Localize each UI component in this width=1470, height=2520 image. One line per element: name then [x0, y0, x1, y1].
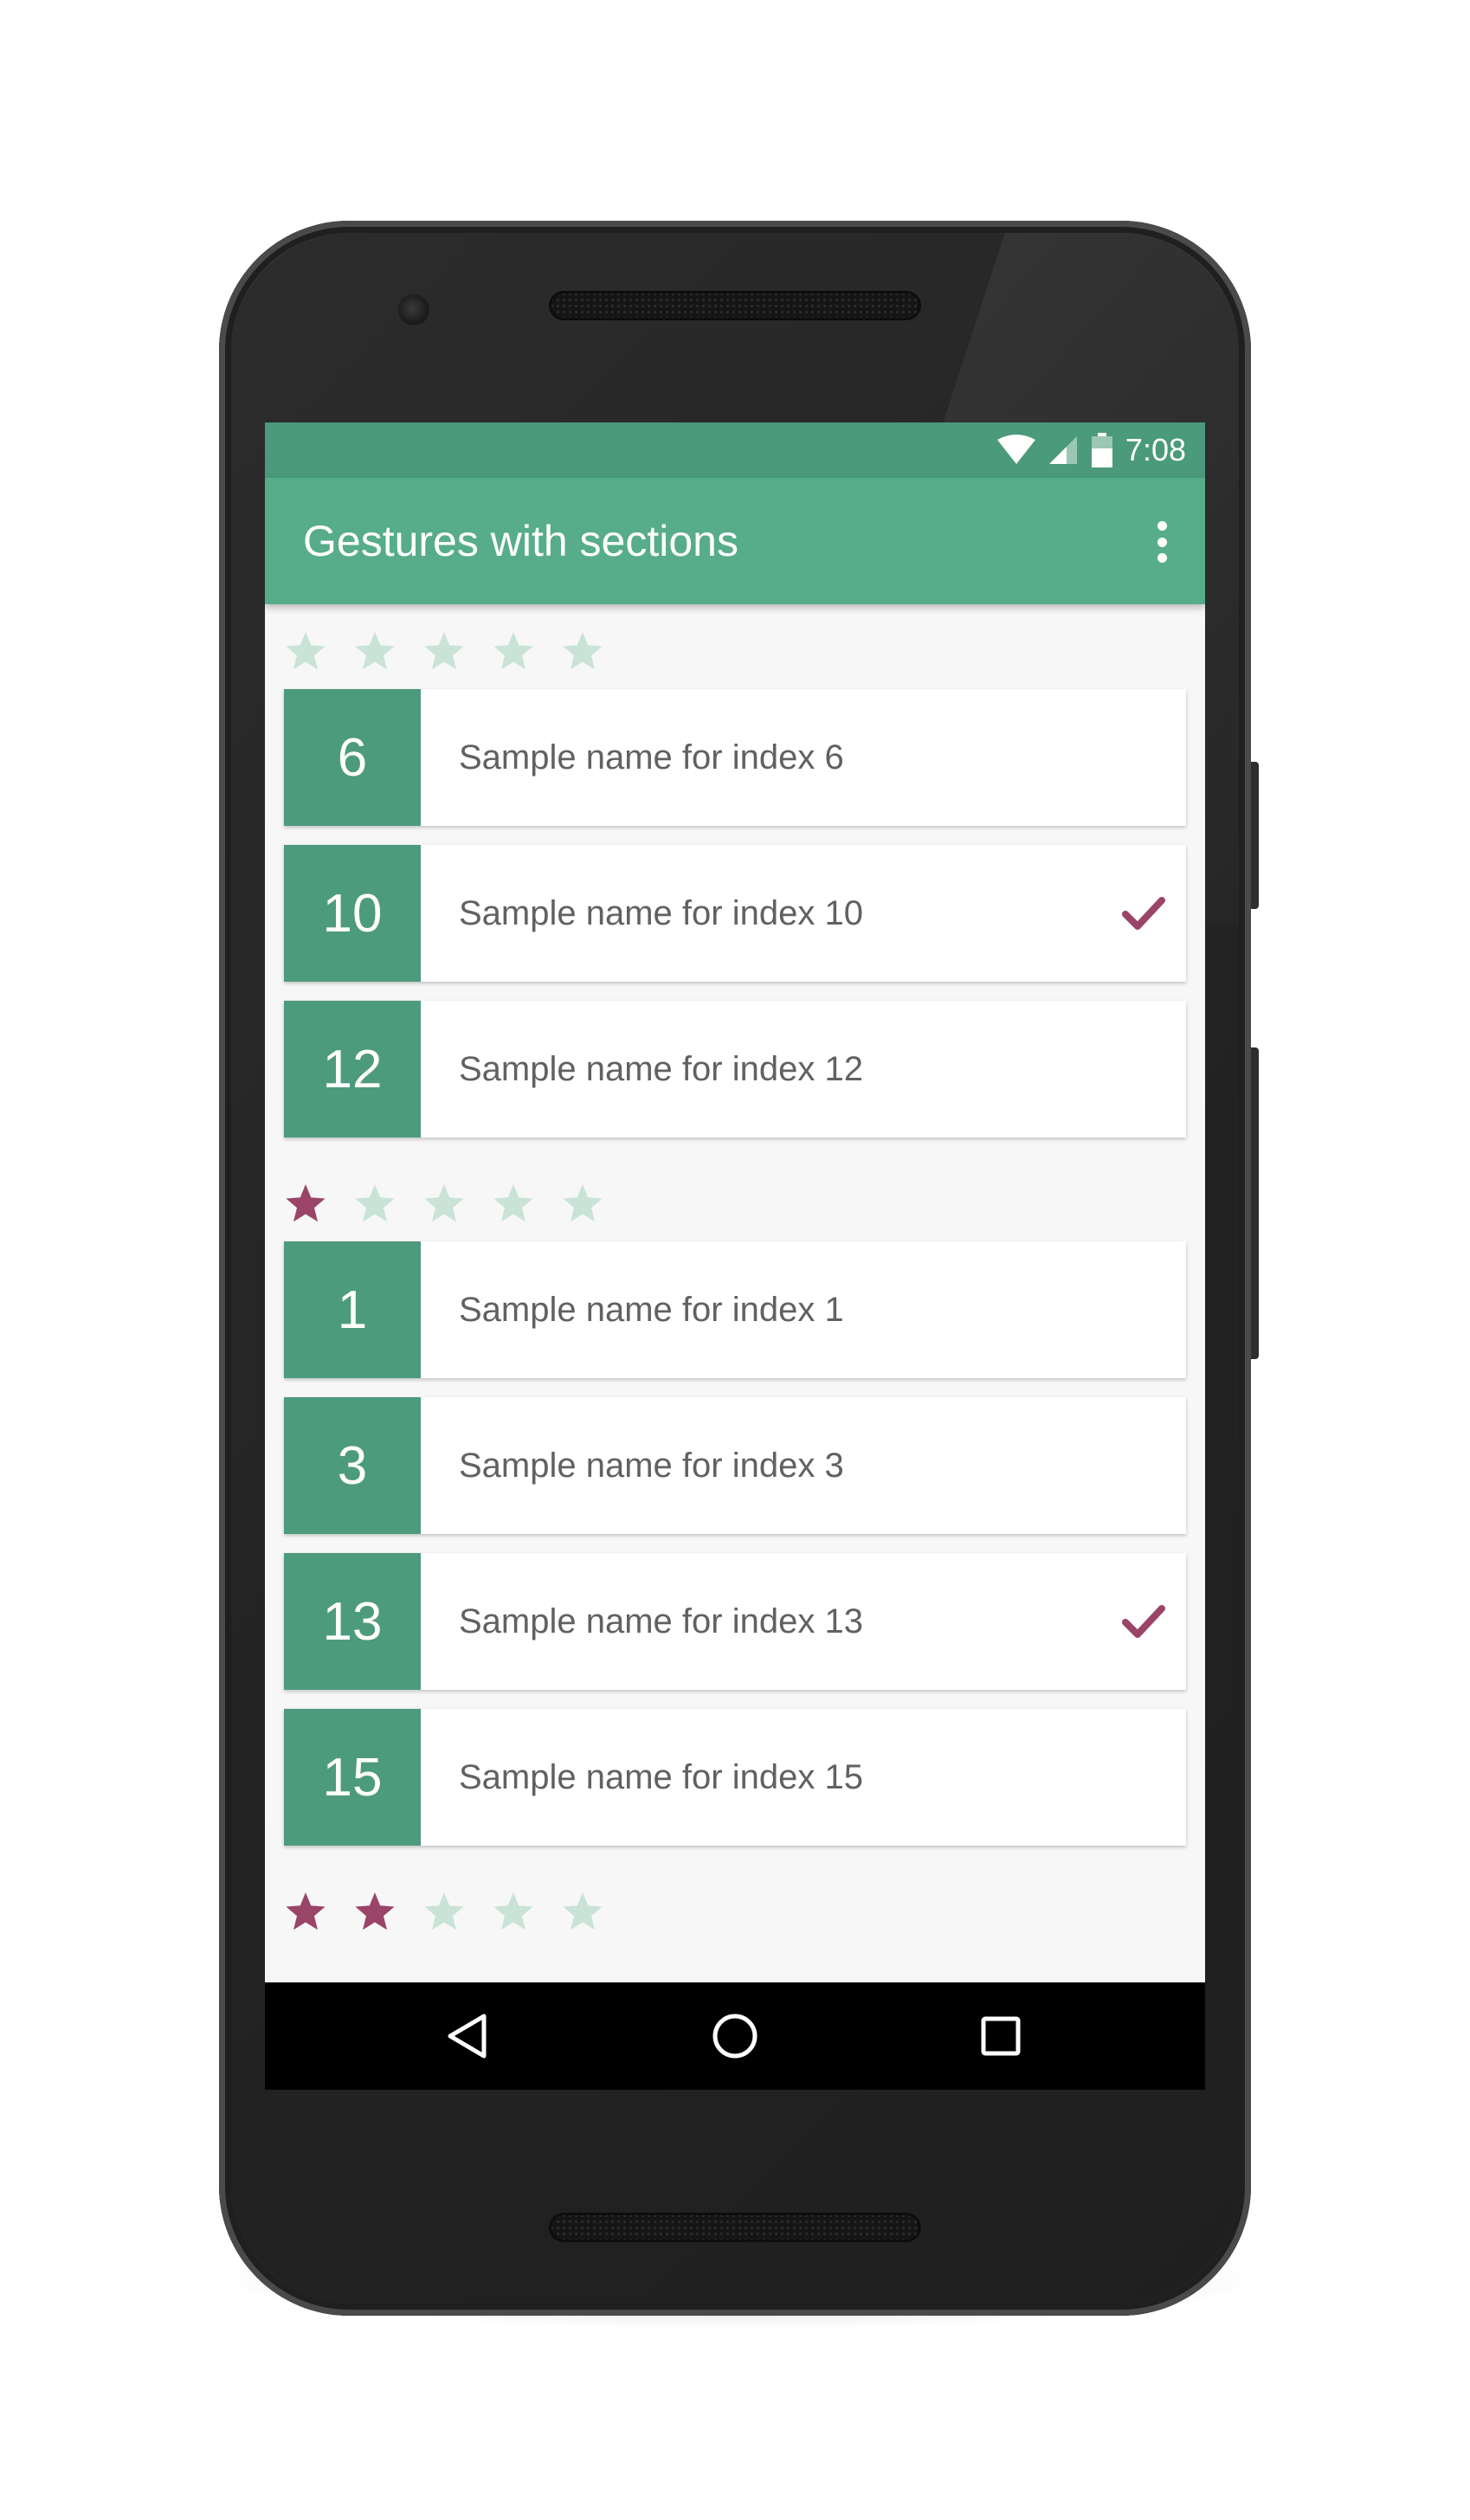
star-icon [424, 632, 464, 670]
item-index-badge: 3 [284, 1397, 421, 1534]
section-header-rating [284, 1183, 604, 1226]
star-icon [286, 1892, 326, 1930]
star-icon [424, 1892, 464, 1930]
item-name: Sample name for index 10 [459, 894, 863, 932]
item-index-badge: 12 [284, 1001, 421, 1138]
star-icon [563, 632, 603, 670]
item-index-badge: 13 [284, 1553, 421, 1690]
star-icon [563, 1892, 603, 1930]
check-icon [1122, 897, 1165, 930]
star-icon [286, 1184, 326, 1222]
status-time: 7:08 [1125, 432, 1186, 467]
item-name: Sample name for index 13 [459, 1602, 863, 1640]
list-item[interactable]: 13 Sample name for index 13 [284, 1553, 1186, 1690]
app-title: Gestures with sections [303, 517, 738, 565]
item-name: Sample name for index 1 [459, 1291, 844, 1329]
item-index-badge: 10 [284, 845, 421, 982]
section-list[interactable]: 6 Sample name for index 6 10 Sample name fo… [265, 604, 1205, 1982]
navigation-bar [265, 1982, 1205, 2090]
star-icon [493, 1184, 533, 1222]
item-name: Sample name for index 3 [459, 1447, 844, 1485]
star-icon [493, 632, 533, 670]
star-icon [355, 632, 395, 670]
star-icon [424, 1184, 464, 1222]
item-name: Sample name for index 6 [459, 738, 844, 777]
status-bar: 7:08 [265, 422, 1205, 478]
recents-icon[interactable] [970, 2006, 1031, 2066]
top-speaker-grille [549, 291, 921, 320]
list-item[interactable]: 6 Sample name for index 6 [284, 689, 1186, 826]
list-item[interactable]: 1 Sample name for index 1 [284, 1241, 1186, 1378]
item-index-badge: 1 [284, 1241, 421, 1378]
cellular-signal-icon [1048, 436, 1077, 464]
back-icon[interactable] [438, 2006, 499, 2066]
battery-icon [1091, 433, 1112, 467]
star-icon [563, 1184, 603, 1222]
section-header-rating [284, 630, 604, 674]
item-index-badge: 6 [284, 689, 421, 826]
status-icons: 7:08 [996, 422, 1186, 478]
device-screen: 7:08 Gestures with sections 6 Sample name… [265, 422, 1205, 2090]
home-icon[interactable] [705, 2006, 765, 2066]
item-name: Sample name for index 12 [459, 1050, 863, 1088]
section-header-rating [284, 1891, 604, 1934]
list-item[interactable]: 15 Sample name for index 15 [284, 1709, 1186, 1846]
item-name: Sample name for index 15 [459, 1758, 863, 1796]
star-icon [355, 1184, 395, 1222]
bottom-speaker-grille [549, 2213, 921, 2242]
app-bar: Gestures with sections [265, 478, 1205, 604]
star-icon [286, 632, 326, 670]
list-item[interactable]: 10 Sample name for index 10 [284, 845, 1186, 982]
more-vertical-icon[interactable] [1144, 519, 1179, 564]
wifi-icon [996, 435, 1035, 464]
list-item[interactable]: 12 Sample name for index 12 [284, 1001, 1186, 1138]
star-icon [493, 1892, 533, 1930]
item-index-badge: 15 [284, 1709, 421, 1846]
star-icon [355, 1892, 395, 1930]
check-icon [1122, 1605, 1165, 1638]
front-camera [398, 294, 429, 325]
list-item[interactable]: 3 Sample name for index 3 [284, 1397, 1186, 1534]
